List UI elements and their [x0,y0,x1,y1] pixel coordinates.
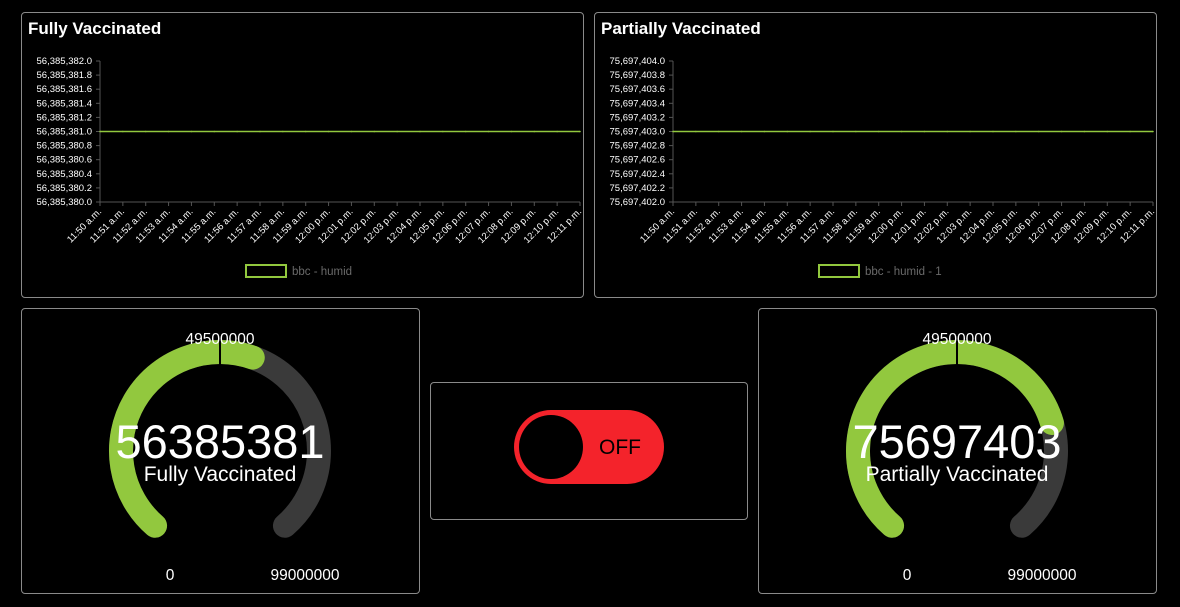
data-point [992,130,994,133]
toggle-knob[interactable] [519,415,583,479]
data-point [923,130,926,133]
y-tick-label: 56,385,380.2 [37,183,92,194]
gauge-value-text: 75697403 [852,415,1061,468]
y-tick-label: 56,385,381.2 [37,112,92,123]
y-tick-label: 56,385,380.4 [37,169,92,180]
y-tick-label: 75,697,402.2 [610,183,665,194]
y-tick-label: 75,697,402.0 [610,197,665,208]
line-chart-partially-vaccinated[interactable]: 75,697,404.0 75,697,403.8 75,697,403.6 75,6… [595,13,1156,297]
legend-swatch [818,264,860,278]
gauge-label: Fully Vaccinated [144,463,297,486]
data-point [740,130,743,133]
line-chart-fully-vaccinated[interactable]: 56,385,382.0 56,385,381.8 56,385,381.6 56,3… [22,13,583,297]
y-tick-label: 56,385,382.0 [37,56,92,67]
y-tick-label: 56,385,381.6 [37,84,92,95]
data-point [350,130,353,133]
y-tick-label: 56,385,380.8 [37,141,92,152]
gauge-min-label: 0 [166,567,175,584]
y-tick-label: 75,697,402.6 [610,155,665,166]
data-point [1106,130,1109,133]
power-toggle-switch[interactable]: OFF [514,410,664,484]
y-tick-label: 56,385,380.6 [37,155,92,166]
data-point [946,130,949,133]
data-point [144,130,147,133]
data-point [167,130,170,133]
gauge-fully-vaccinated: 49500000 0 99000000 56385381Fully Vaccinate… [109,331,340,584]
data-point [1060,130,1063,133]
data-point [1015,130,1017,133]
data-point [855,130,857,133]
y-tick-label: 75,697,402.4 [610,169,665,180]
data-point [809,130,811,133]
data-point [786,130,789,133]
data-point [533,130,536,133]
data-point [122,130,124,133]
y-tick-label: 56,385,381.0 [37,127,92,138]
data-point [282,130,284,133]
data-point [579,130,581,133]
data-point [396,130,398,133]
data-point [1152,130,1154,133]
y-tick-label: 75,697,402.8 [610,141,665,152]
data-point [672,130,674,133]
data-point [464,130,467,133]
toggle-panel: OFF [430,382,748,520]
data-point [556,130,558,133]
data-point [99,130,101,133]
gauge-label: Partially Vaccinated [866,463,1049,486]
data-point [190,130,193,133]
data-point [487,130,490,133]
y-tick-label: 75,697,403.6 [610,84,665,95]
gauge-mid-label: 49500000 [186,331,255,348]
data-point [213,130,216,133]
y-tick-label: 75,697,403.8 [610,70,665,81]
data-point [877,130,880,133]
gauge-partially-vaccinated: 49500000 0 99000000 75697403Partially Vacci… [846,331,1077,584]
y-tick-label: 56,385,380.0 [37,197,92,208]
data-point [327,130,330,133]
y-tick-label: 75,697,403.0 [610,127,665,138]
gauge-panel-partially-vaccinated: 49500000 0 99000000 75697403 Partially Vacci… [758,308,1157,594]
toggle-state-label: OFF [599,436,641,459]
data-point [695,130,697,133]
chart-panel-partially-vaccinated: Partially Vaccinated 75,697,404.0 75,697,… [594,12,1157,298]
data-point [832,130,834,133]
legend-swatch [245,264,287,278]
y-tick-label: 75,697,403.2 [610,112,665,123]
y-tick-label: 75,697,404.0 [610,56,665,67]
data-point [900,130,903,133]
gauge-max-label: 99000000 [271,567,340,584]
data-point [1083,130,1086,133]
chart-panel-fully-vaccinated: Fully Vaccinated 56,385,382.0 56,385,381.… [21,12,584,298]
data-point [1037,130,1040,133]
data-point [259,130,261,133]
gauge-max-label: 99000000 [1008,567,1077,584]
data-point [763,130,766,133]
data-point [419,130,421,133]
legend-label[interactable]: bbc - humid [292,266,352,278]
gauge-value-text: 56385381 [115,415,324,468]
data-point [510,130,513,133]
y-tick-label: 56,385,381.4 [37,98,92,109]
data-point [969,130,971,133]
gauge-min-label: 0 [903,567,912,584]
data-point [373,130,376,133]
legend-label[interactable]: bbc - humid - 1 [865,266,942,278]
data-point [442,130,444,133]
y-tick-label: 56,385,381.8 [37,70,92,81]
gauge-panel-fully-vaccinated: 49500000 0 99000000 56385381 Fully Vaccinate… [21,308,420,594]
data-point [717,130,720,133]
data-point [236,130,238,133]
gauge-mid-label: 49500000 [923,331,992,348]
data-point [1129,130,1131,133]
y-tick-label: 75,697,403.4 [610,98,665,109]
data-point [304,130,307,133]
